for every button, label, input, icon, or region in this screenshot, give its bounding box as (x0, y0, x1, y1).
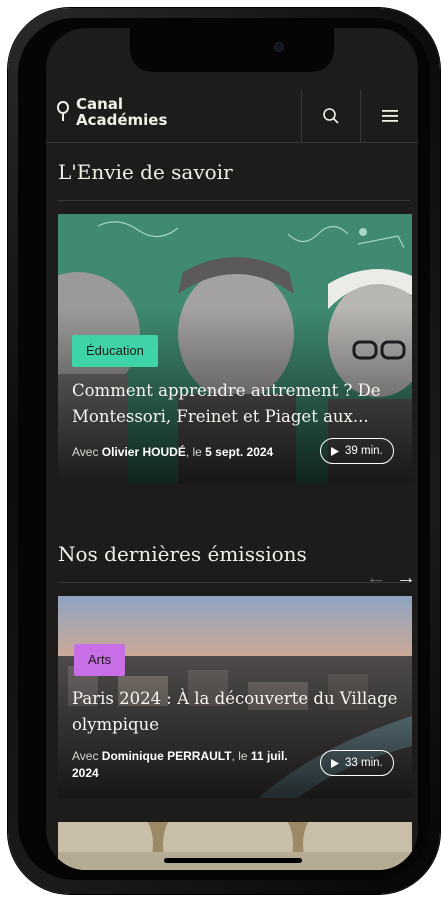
microphone-logo-icon (57, 101, 69, 121)
section-divider (58, 200, 410, 201)
episode-meta: Avec Dominique PERRAULT, le 11 juil. 202… (72, 748, 302, 782)
category-badge[interactable]: Éducation (72, 335, 158, 367)
search-button[interactable] (302, 90, 360, 142)
meta-separator: , le (185, 445, 206, 459)
play-icon (331, 446, 339, 456)
meta-prefix: Avec (72, 445, 102, 459)
episode-title[interactable]: Paris 2024 : À la découverte du Village … (72, 686, 402, 738)
speaker-name[interactable]: Dominique PERRAULT (102, 749, 232, 763)
menu-button[interactable] (361, 90, 418, 142)
play-duration-button[interactable]: 33 min. (320, 750, 394, 776)
featured-episode-card[interactable]: Éducation Comment apprendre autrement ? … (58, 214, 412, 484)
app-header: Canal Académies (46, 90, 418, 143)
play-duration-button[interactable]: 39 min. (320, 438, 394, 464)
app-screen: Canal Académies L'Envie de savoir Éducat… (46, 28, 418, 870)
search-icon (323, 108, 339, 124)
logo-text-line1: Canal (76, 95, 124, 113)
phone-notch (130, 28, 334, 72)
home-indicator (164, 858, 302, 863)
logo-text-line2: Académies (76, 111, 168, 129)
episode-date: 5 sept. 2024 (205, 445, 274, 459)
episode-meta: Avec Olivier HOUDÉ, le 5 sept. 2024 (72, 444, 312, 461)
section-divider (58, 582, 410, 583)
latest-section-title: Nos dernières émissions (58, 542, 307, 566)
meta-separator: , le (231, 749, 251, 763)
episode-title[interactable]: Comment apprendre autrement ? De Montess… (72, 378, 402, 430)
featured-section-title: L'Envie de savoir (58, 160, 233, 184)
next-arrow-button[interactable]: → (396, 568, 416, 588)
play-icon (331, 758, 339, 768)
duration-label: 39 min. (345, 445, 383, 457)
meta-prefix: Avec (72, 749, 102, 763)
previous-arrow-button[interactable]: ← (366, 568, 386, 588)
duration-label: 33 min. (345, 757, 383, 769)
speaker-name[interactable]: Olivier HOUDÉ (102, 445, 186, 459)
latest-episode-card[interactable]: Arts Paris 2024 : À la découverte du Vil… (58, 596, 412, 798)
category-badge[interactable]: Arts (74, 644, 126, 676)
logo[interactable]: Canal Académies (56, 96, 167, 128)
camera-icon (274, 42, 284, 52)
hamburger-menu-icon (382, 110, 398, 122)
